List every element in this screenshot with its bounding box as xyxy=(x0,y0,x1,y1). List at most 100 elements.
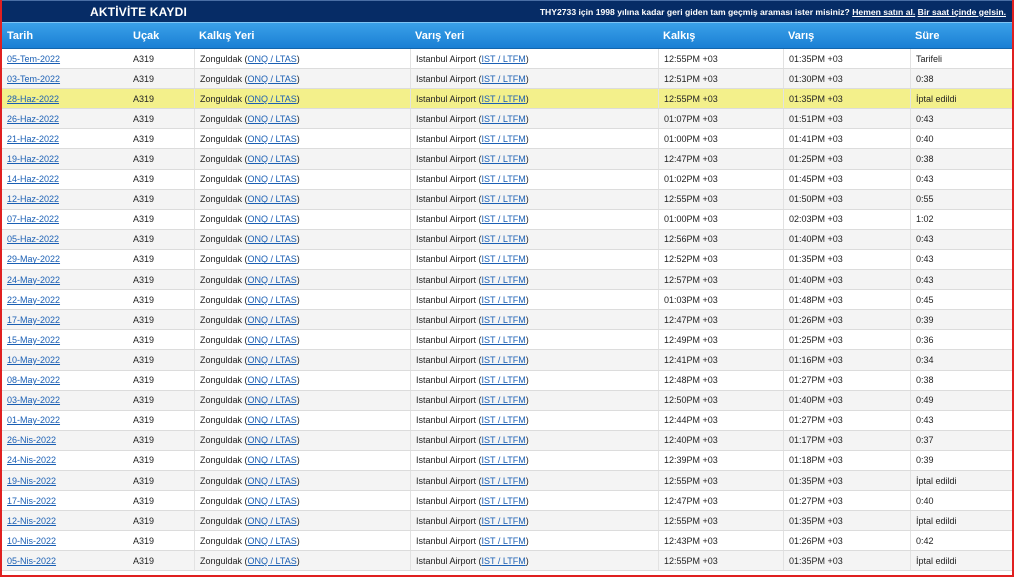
destination-airport-link[interactable]: IST / LTFM xyxy=(482,194,526,204)
origin-airport-link[interactable]: ONQ / LTAS xyxy=(248,435,297,445)
flight-date-link[interactable]: 24-May-2022 xyxy=(7,275,60,285)
flight-duration: 0:55 xyxy=(916,194,934,205)
destination-airport-link[interactable]: IST / LTFM xyxy=(482,556,526,566)
column-header-origin[interactable]: Kalkış Yeri xyxy=(194,23,410,48)
date-cell: 05-Nis-2022 xyxy=(2,556,128,566)
duration-cell: İptal edildi xyxy=(910,551,1010,571)
destination-airport-link[interactable]: IST / LTFM xyxy=(482,496,526,506)
origin-airport-link[interactable]: ONQ / LTAS xyxy=(248,214,297,224)
origin-airport-link[interactable]: ONQ / LTAS xyxy=(248,455,297,465)
origin-airport-link[interactable]: ONQ / LTAS xyxy=(248,516,297,526)
flight-date-link[interactable]: 07-Haz-2022 xyxy=(7,214,59,224)
departure-cell: 12:57PM +03 xyxy=(658,270,783,290)
origin-airport-link[interactable]: ONQ / LTAS xyxy=(248,254,297,264)
destination-airport-link[interactable]: IST / LTFM xyxy=(482,335,526,345)
origin-airport-link[interactable]: ONQ / LTAS xyxy=(248,395,297,405)
flight-date-link[interactable]: 03-Tem-2022 xyxy=(7,74,60,84)
origin-airport-link[interactable]: ONQ / LTAS xyxy=(248,94,297,104)
destination-airport-link[interactable]: IST / LTFM xyxy=(482,355,526,365)
column-header-arrival[interactable]: Varış xyxy=(783,23,910,48)
flight-date-link[interactable]: 17-Nis-2022 xyxy=(7,496,56,506)
destination-airport-link[interactable]: IST / LTFM xyxy=(482,516,526,526)
destination-airport-link[interactable]: IST / LTFM xyxy=(482,395,526,405)
destination-city: Istanbul Airport xyxy=(416,214,477,225)
destination-city: Istanbul Airport xyxy=(416,274,477,285)
flight-date-link[interactable]: 08-May-2022 xyxy=(7,375,60,385)
column-header-duration[interactable]: Süre xyxy=(910,23,1010,48)
aircraft-cell: A319 xyxy=(128,194,194,204)
destination-airport-link[interactable]: IST / LTFM xyxy=(482,54,526,64)
flight-date-link[interactable]: 19-Haz-2022 xyxy=(7,154,59,164)
origin-airport-link[interactable]: ONQ / LTAS xyxy=(248,536,297,546)
flight-date-link[interactable]: 01-May-2022 xyxy=(7,415,60,425)
origin-airport-link[interactable]: ONQ / LTAS xyxy=(248,355,297,365)
origin-airport-link[interactable]: ONQ / LTAS xyxy=(248,476,297,486)
destination-airport-link[interactable]: IST / LTFM xyxy=(482,94,526,104)
origin-city: Zonguldak xyxy=(200,415,243,426)
destination-airport-link[interactable]: IST / LTFM xyxy=(482,234,526,244)
origin-airport-link[interactable]: ONQ / LTAS xyxy=(248,496,297,506)
destination-airport-link[interactable]: IST / LTFM xyxy=(482,254,526,264)
flight-date-link[interactable]: 19-Nis-2022 xyxy=(7,476,56,486)
origin-airport-link[interactable]: ONQ / LTAS xyxy=(248,54,297,64)
origin-airport-link[interactable]: ONQ / LTAS xyxy=(248,295,297,305)
destination-city: Istanbul Airport xyxy=(416,334,477,345)
origin-airport-link[interactable]: ONQ / LTAS xyxy=(248,174,297,184)
origin-airport-link[interactable]: ONQ / LTAS xyxy=(248,154,297,164)
column-header-departure[interactable]: Kalkış xyxy=(658,23,783,48)
destination-airport-link[interactable]: IST / LTFM xyxy=(482,536,526,546)
origin-airport-link[interactable]: ONQ / LTAS xyxy=(248,194,297,204)
destination-airport-link[interactable]: IST / LTFM xyxy=(482,415,526,425)
flight-date-link[interactable]: 26-Nis-2022 xyxy=(7,435,56,445)
origin-airport-link[interactable]: ONQ / LTAS xyxy=(248,315,297,325)
destination-airport-link[interactable]: IST / LTFM xyxy=(482,455,526,465)
destination-airport-link[interactable]: IST / LTFM xyxy=(482,74,526,84)
flight-date-link[interactable]: 24-Nis-2022 xyxy=(7,455,56,465)
destination-airport-link[interactable]: IST / LTFM xyxy=(482,174,526,184)
flight-date-link[interactable]: 15-May-2022 xyxy=(7,335,60,345)
get-in-hour-link[interactable]: Bir saat içinde gelsin. xyxy=(918,7,1006,17)
destination-airport-link[interactable]: IST / LTFM xyxy=(482,435,526,445)
section-title: AKTİVİTE KAYDI xyxy=(90,4,188,19)
origin-airport-link[interactable]: ONQ / LTAS xyxy=(248,275,297,285)
destination-airport-link[interactable]: IST / LTFM xyxy=(482,375,526,385)
flight-date-link[interactable]: 12-Nis-2022 xyxy=(7,516,56,526)
flight-date-link[interactable]: 03-May-2022 xyxy=(7,395,60,405)
flight-date-link[interactable]: 14-Haz-2022 xyxy=(7,174,59,184)
flight-date-link[interactable]: 05-Haz-2022 xyxy=(7,234,59,244)
column-header-destination[interactable]: Varış Yeri xyxy=(410,23,658,48)
column-header-aircraft[interactable]: Uçak xyxy=(128,23,194,48)
flight-date-link[interactable]: 10-May-2022 xyxy=(7,355,60,365)
origin-airport-link[interactable]: ONQ / LTAS xyxy=(248,375,297,385)
destination-airport-link[interactable]: IST / LTFM xyxy=(482,275,526,285)
date-cell: 17-Nis-2022 xyxy=(2,496,128,506)
departure-cell: 12:41PM +03 xyxy=(658,350,783,370)
flight-date-link[interactable]: 12-Haz-2022 xyxy=(7,194,59,204)
flight-date-link[interactable]: 26-Haz-2022 xyxy=(7,114,59,124)
flight-date-link[interactable]: 05-Tem-2022 xyxy=(7,54,60,64)
destination-airport-link[interactable]: IST / LTFM xyxy=(482,295,526,305)
destination-airport-link[interactable]: IST / LTFM xyxy=(482,134,526,144)
origin-airport-link[interactable]: ONQ / LTAS xyxy=(248,335,297,345)
flight-date-link[interactable]: 17-May-2022 xyxy=(7,315,60,325)
flight-date-link[interactable]: 21-Haz-2022 xyxy=(7,134,59,144)
origin-airport-link[interactable]: ONQ / LTAS xyxy=(248,114,297,124)
flight-date-link[interactable]: 05-Nis-2022 xyxy=(7,556,56,566)
buy-now-link[interactable]: Hemen satın al. xyxy=(852,7,915,17)
origin-airport-link[interactable]: ONQ / LTAS xyxy=(248,134,297,144)
origin-airport-link[interactable]: ONQ / LTAS xyxy=(248,415,297,425)
flight-date-link[interactable]: 22-May-2022 xyxy=(7,295,60,305)
flight-date-link[interactable]: 10-Nis-2022 xyxy=(7,536,56,546)
destination-airport-link[interactable]: IST / LTFM xyxy=(482,154,526,164)
column-header-date[interactable]: Tarih xyxy=(2,23,128,48)
origin-airport-link[interactable]: ONQ / LTAS xyxy=(248,234,297,244)
destination-airport-link[interactable]: IST / LTFM xyxy=(482,476,526,486)
destination-airport-link[interactable]: IST / LTFM xyxy=(482,114,526,124)
destination-airport-link[interactable]: IST / LTFM xyxy=(482,315,526,325)
destination-airport-link[interactable]: IST / LTFM xyxy=(482,214,526,224)
flight-date-link[interactable]: 29-May-2022 xyxy=(7,254,60,264)
origin-airport-link[interactable]: ONQ / LTAS xyxy=(248,74,297,84)
destination-city: Istanbul Airport xyxy=(416,475,477,486)
origin-airport-link[interactable]: ONQ / LTAS xyxy=(248,556,297,566)
flight-date-link[interactable]: 28-Haz-2022 xyxy=(7,94,59,104)
